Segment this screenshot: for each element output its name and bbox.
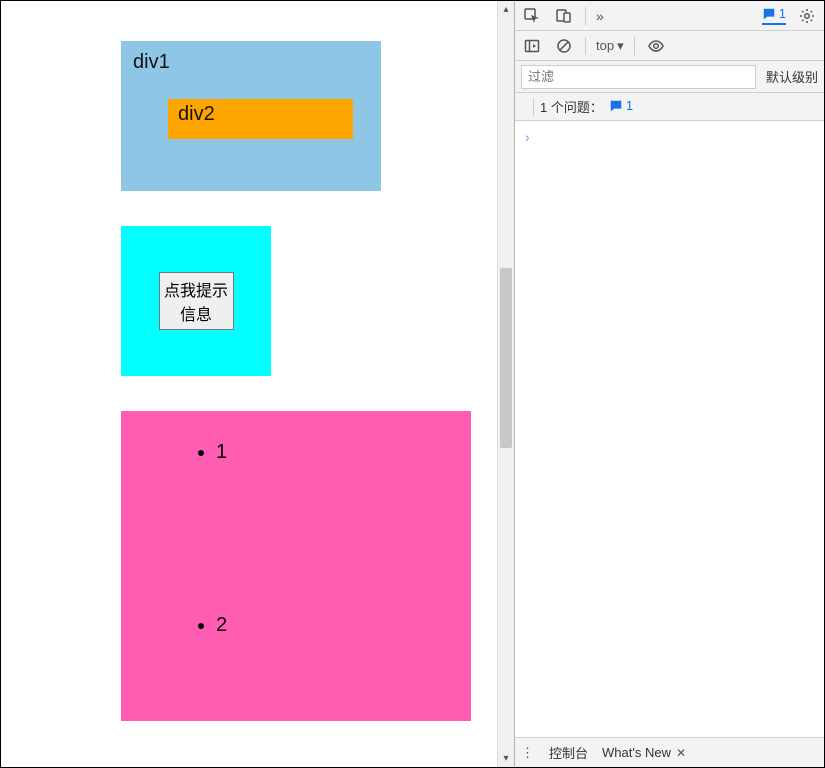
console-prompt: › — [525, 129, 530, 145]
div1-label: div1 — [133, 51, 369, 74]
pink-list: 1 2 — [121, 411, 471, 637]
console-body[interactable]: › — [515, 121, 824, 737]
context-dropdown[interactable]: top ▾ — [596, 38, 624, 54]
tab-whatsnew-label: What's New — [602, 745, 671, 760]
scroll-down-button[interactable]: ▾ — [498, 750, 514, 767]
devtools-main-toolbar: » 1 — [515, 1, 824, 31]
scroll-track[interactable] — [498, 18, 514, 750]
devtools-drawer-tabs: ⋮ 控制台 What's New ✕ — [515, 737, 824, 767]
tab-whatsnew[interactable]: What's New ✕ — [602, 745, 686, 760]
filter-input[interactable] — [521, 65, 756, 89]
div1-box: div1 div2 — [121, 41, 381, 191]
list-item: 1 — [216, 441, 471, 464]
devtools-panel: » 1 top ▾ — [514, 1, 824, 767]
messages-count: 1 — [779, 6, 786, 21]
close-icon[interactable]: ✕ — [676, 746, 686, 760]
drawer-menu-icon[interactable]: ⋮ — [521, 745, 535, 761]
page-pane: div1 div2 点我提示信息 1 2 — [1, 1, 497, 767]
app-root: div1 div2 点我提示信息 1 2 ▴ ▾ — [0, 0, 825, 768]
log-levels-dropdown[interactable]: 默认级别 — [766, 67, 818, 86]
context-dropdown-label: top — [596, 38, 614, 53]
inspect-icon[interactable] — [521, 5, 543, 27]
console-filter-row: 默认级别 — [515, 61, 824, 93]
page-content: div1 div2 点我提示信息 1 2 — [1, 1, 471, 721]
settings-icon[interactable] — [796, 5, 818, 27]
chevron-down-icon: ▾ — [617, 38, 624, 54]
pink-scroll-box[interactable]: 1 2 — [121, 411, 471, 721]
page-scrollbar[interactable]: ▴ ▾ — [497, 1, 514, 767]
device-toggle-icon[interactable] — [553, 5, 575, 27]
messages-badge[interactable]: 1 — [762, 6, 786, 25]
toolbar-divider — [533, 98, 534, 116]
scroll-thumb[interactable] — [500, 268, 512, 448]
toolbar-divider — [585, 7, 586, 25]
scroll-up-button[interactable]: ▴ — [498, 1, 514, 18]
console-toolbar: top ▾ — [515, 31, 824, 61]
cyan-box: 点我提示信息 — [121, 226, 271, 376]
issues-label: 1 个问题： — [540, 97, 603, 116]
overflow-tabs-icon[interactable]: » — [596, 8, 604, 24]
clear-console-icon[interactable] — [553, 35, 575, 57]
list-item: 2 — [216, 614, 471, 637]
alert-button[interactable]: 点我提示信息 — [159, 272, 234, 330]
div2-box: div2 — [168, 99, 353, 139]
sidebar-toggle-icon[interactable] — [521, 35, 543, 57]
live-expression-icon[interactable] — [645, 35, 667, 57]
issues-count: 1 — [626, 98, 633, 113]
toolbar-divider — [585, 37, 586, 55]
toolbar-divider — [634, 37, 635, 55]
issues-row: 1 个问题： 1 — [515, 93, 824, 121]
tab-console-label: 控制台 — [549, 743, 588, 762]
tab-console[interactable]: 控制台 — [549, 743, 588, 762]
issues-badge[interactable]: 1 — [609, 98, 633, 115]
